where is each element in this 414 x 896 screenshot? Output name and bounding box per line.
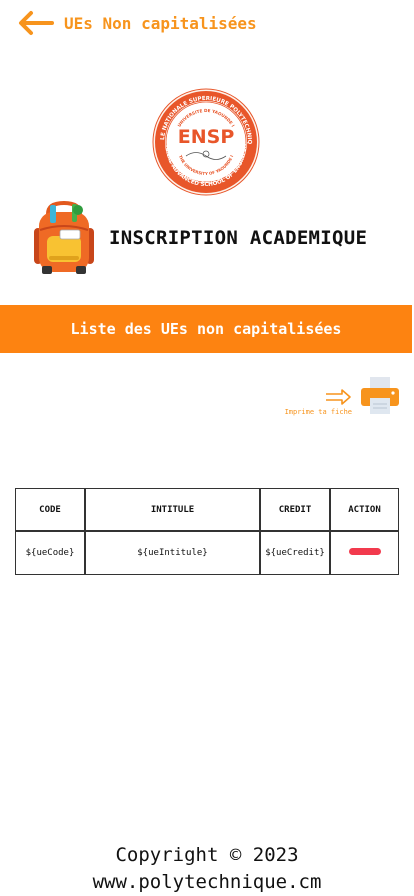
print-area: Imprime ta fiche bbox=[285, 376, 400, 416]
table-row: ${ueCode} ${ueIntitule} ${ueCredit} bbox=[15, 531, 399, 575]
header-intitule: INTITULE bbox=[85, 488, 260, 531]
print-label: Imprime ta fiche bbox=[284, 408, 352, 416]
footer: Copyright © 2023 www.polytechnique.cm bbox=[0, 842, 414, 896]
brand-row: INSCRIPTION ACADEMIQUE bbox=[30, 200, 367, 276]
ue-table: CODE INTITULE CREDIT ACTION ${ueCode} ${… bbox=[15, 488, 399, 575]
brand-title: INSCRIPTION ACADEMIQUE bbox=[109, 227, 368, 249]
header-credit: CREDIT bbox=[260, 488, 330, 531]
cell-action bbox=[330, 531, 399, 575]
ensp-logo: ECOLE NATIONALE SUPERIEURE POLYTECHNIQUE… bbox=[150, 88, 260, 196]
arrow-right-icon bbox=[326, 389, 351, 405]
header-action: ACTION bbox=[330, 488, 399, 531]
header-code: CODE bbox=[15, 488, 85, 531]
print-hint: Imprime ta fiche bbox=[285, 388, 352, 416]
logo-center-text: ENSP bbox=[178, 126, 235, 148]
section-banner: Liste des UEs non capitalisées bbox=[0, 305, 412, 353]
cell-credit: ${ueCredit} bbox=[260, 531, 330, 575]
table-header-row: CODE INTITULE CREDIT ACTION bbox=[15, 488, 399, 531]
back-button[interactable] bbox=[18, 9, 56, 37]
top-bar: UEs Non capitalisées bbox=[18, 8, 257, 38]
cell-intitule: ${ueIntitule} bbox=[85, 531, 260, 575]
footer-copyright: Copyright © 2023 bbox=[115, 844, 299, 866]
printer-icon[interactable] bbox=[360, 376, 400, 416]
cell-code: ${ueCode} bbox=[15, 531, 85, 575]
page-title: UEs Non capitalisées bbox=[64, 13, 257, 33]
backpack-icon bbox=[34, 200, 94, 274]
action-button[interactable] bbox=[348, 548, 381, 555]
arrow-left-icon bbox=[19, 11, 54, 35]
footer-website[interactable]: www.polytechnique.cm bbox=[0, 869, 414, 896]
